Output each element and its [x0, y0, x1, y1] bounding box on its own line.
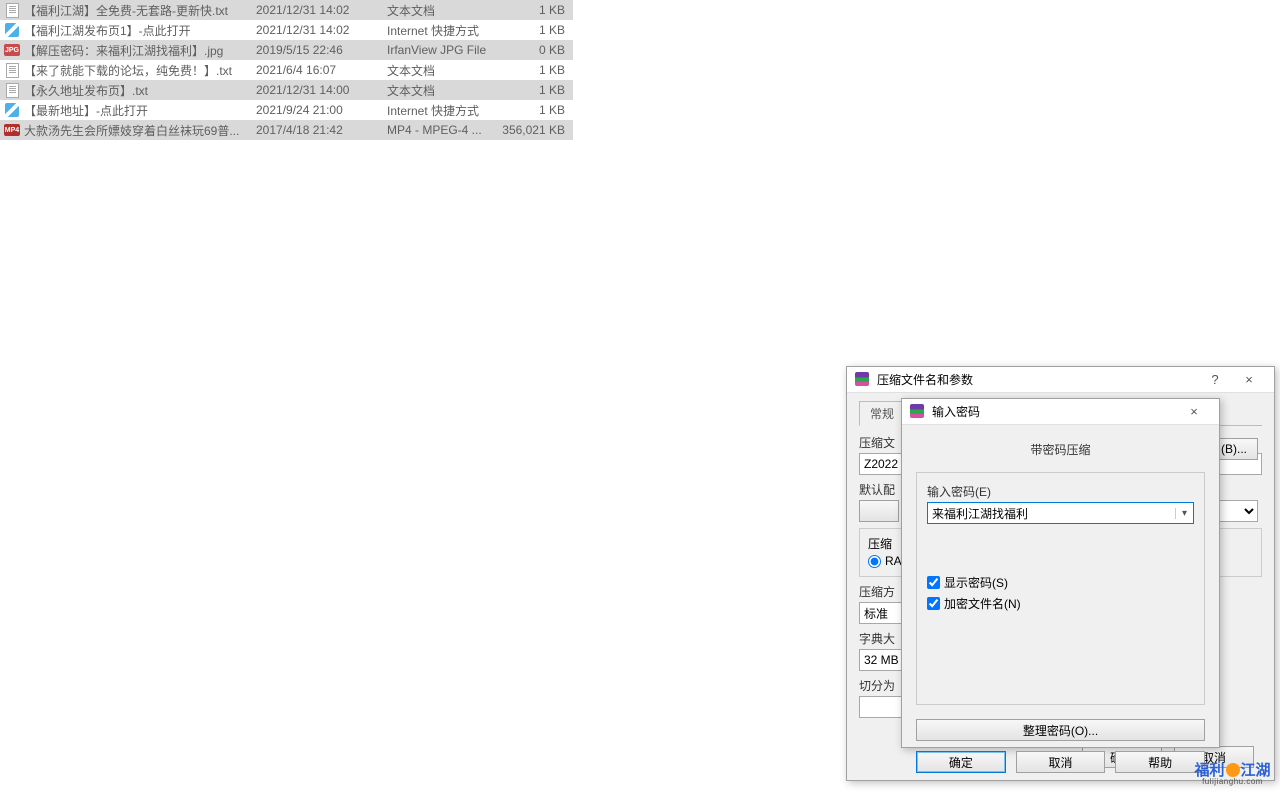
radio-rar[interactable]	[868, 555, 881, 568]
file-row[interactable]: MP4大款汤先生会所嫖妓穿着白丝袜玩69普...2017/4/18 21:42M…	[0, 120, 573, 140]
file-type: MP4 - MPEG-4 ...	[387, 123, 501, 137]
file-date: 2021/6/4 16:07	[256, 63, 387, 77]
file-type: Internet 快捷方式	[387, 102, 501, 119]
file-type: 文本文档	[387, 82, 501, 99]
dialog-titlebar[interactable]: 压缩文件名和参数 ? ×	[847, 367, 1274, 393]
file-name: 【最新地址】-点此打开	[24, 102, 256, 119]
pw-dropdown-icon[interactable]: ▾	[1175, 508, 1193, 519]
pw-titlebar[interactable]: 输入密码 ×	[902, 399, 1219, 425]
txt-icon	[4, 2, 20, 18]
pw-cancel-button[interactable]: 取消	[1016, 751, 1106, 773]
encrypt-names-checkbox[interactable]	[927, 597, 940, 610]
link-icon	[4, 102, 20, 118]
pw-ok-button[interactable]: 确定	[916, 751, 1006, 773]
file-type: 文本文档	[387, 2, 501, 19]
file-date: 2019/5/15 22:46	[256, 43, 387, 57]
pw-input-wrap[interactable]: ▾	[927, 502, 1194, 524]
pw-input-label: 输入密码(E)	[927, 483, 1194, 500]
password-input[interactable]	[928, 506, 1175, 520]
file-type: 文本文档	[387, 62, 501, 79]
watermark-sub: fulijianghu.com	[1194, 777, 1270, 786]
link-icon	[4, 22, 20, 38]
file-list: 【福利江湖】全免费-无套路-更新快.txt2021/12/31 14:02文本文…	[0, 0, 573, 140]
tab-general[interactable]: 常规	[859, 401, 905, 426]
format-label: 压缩	[868, 537, 892, 551]
file-name: 【福利江湖】全免费-无套路-更新快.txt	[24, 2, 256, 19]
file-type: IrfanView JPG File	[387, 43, 501, 57]
profile-button[interactable]	[859, 500, 899, 522]
file-row[interactable]: JPG【解压密码：来福利江湖找福利】.jpg2019/5/15 22:46Irf…	[0, 40, 573, 60]
pw-close-button[interactable]: ×	[1177, 404, 1211, 419]
file-date: 2021/9/24 21:00	[256, 103, 387, 117]
close-button[interactable]: ×	[1232, 372, 1266, 387]
file-name: 【来了就能下载的论坛，纯免费！】.txt	[24, 62, 256, 79]
rar-icon	[910, 404, 926, 420]
file-date: 2017/4/18 21:42	[256, 123, 387, 137]
show-password-label: 显示密码(S)	[944, 574, 1008, 591]
mp4-icon: MP4	[4, 122, 20, 138]
dialog-title: 压缩文件名和参数	[877, 371, 973, 388]
manage-passwords-button[interactable]: 整理密码(O)...	[916, 719, 1205, 741]
file-size: 1 KB	[501, 23, 565, 37]
pw-field-group: 输入密码(E) ▾ 显示密码(S) 加密文件名(N)	[916, 472, 1205, 705]
encrypt-names-label: 加密文件名(N)	[944, 595, 1021, 612]
file-size: 356,021 KB	[501, 123, 565, 137]
pw-header: 带密码压缩	[916, 441, 1205, 458]
radio-rar-label: RA	[885, 554, 902, 568]
password-dialog: 输入密码 × 带密码压缩 输入密码(E) ▾ 显示密码(S) 加密文件名(N) …	[901, 398, 1220, 748]
file-row[interactable]: 【福利江湖发布页1】-点此打开2021/12/31 14:02Internet …	[0, 20, 573, 40]
file-name: 【永久地址发布页】.txt	[24, 82, 256, 99]
pw-title: 输入密码	[932, 403, 980, 420]
file-date: 2021/12/31 14:02	[256, 23, 387, 37]
help-button[interactable]: ?	[1198, 372, 1232, 387]
file-size: 1 KB	[501, 103, 565, 117]
file-size: 1 KB	[501, 83, 565, 97]
file-name: 【解压密码：来福利江湖找福利】.jpg	[24, 42, 256, 59]
txt-icon	[4, 62, 20, 78]
file-size: 1 KB	[501, 3, 565, 17]
file-size: 1 KB	[501, 63, 565, 77]
file-row[interactable]: 【来了就能下载的论坛，纯免费！】.txt2021/6/4 16:07文本文档1 …	[0, 60, 573, 80]
watermark-ball-icon	[1226, 763, 1240, 777]
file-row[interactable]: 【永久地址发布页】.txt2021/12/31 14:00文本文档1 KB	[0, 80, 573, 100]
show-password-checkbox[interactable]	[927, 576, 940, 589]
watermark-b: 江湖	[1241, 762, 1271, 779]
file-name: 大款汤先生会所嫖妓穿着白丝袜玩69普...	[24, 122, 256, 139]
file-type: Internet 快捷方式	[387, 22, 501, 39]
rar-icon	[855, 372, 871, 388]
watermark-a: 福利	[1194, 762, 1224, 779]
file-row[interactable]: 【最新地址】-点此打开2021/9/24 21:00Internet 快捷方式1…	[0, 100, 573, 120]
txt-icon	[4, 82, 20, 98]
file-name: 【福利江湖发布页1】-点此打开	[24, 22, 256, 39]
file-date: 2021/12/31 14:02	[256, 3, 387, 17]
watermark: 福利江湖 fulijianghu.com	[1185, 752, 1280, 792]
file-row[interactable]: 【福利江湖】全免费-无套路-更新快.txt2021/12/31 14:02文本文…	[0, 0, 573, 20]
jpg-icon: JPG	[4, 42, 20, 58]
file-date: 2021/12/31 14:00	[256, 83, 387, 97]
file-size: 0 KB	[501, 43, 565, 57]
